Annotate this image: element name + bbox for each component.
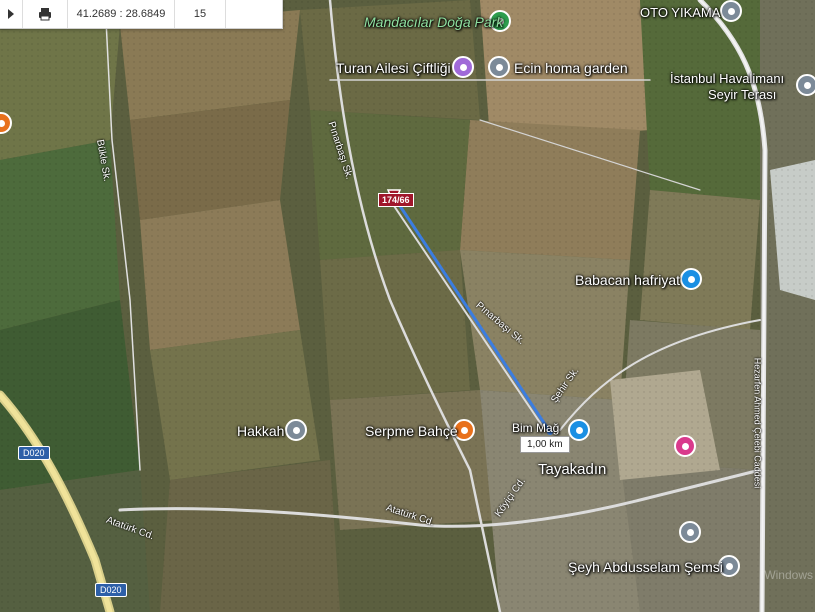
toolbar-arrow[interactable] bbox=[0, 0, 23, 28]
place-pin-icon[interactable] bbox=[720, 0, 742, 22]
hotel-pin-icon[interactable] bbox=[674, 435, 696, 457]
hakkah-pin-icon[interactable] bbox=[285, 419, 307, 441]
garden-pin-icon[interactable] bbox=[488, 56, 510, 78]
place-label-ecin[interactable]: Ecin homa garden bbox=[514, 61, 628, 75]
place-label-oto-yikama[interactable]: OTO YIKAMA bbox=[640, 6, 720, 19]
print-button[interactable] bbox=[23, 0, 68, 28]
zoom-level: 15 bbox=[175, 0, 226, 28]
place-label-babacan[interactable]: Babacan hafriyat bbox=[575, 273, 680, 287]
airport-pin-icon[interactable] bbox=[796, 74, 815, 96]
place-label-mandacilar[interactable]: Mandacılar Doğa Park bbox=[364, 15, 503, 29]
place-label-serpme[interactable]: Serpme Bahçe bbox=[365, 424, 458, 438]
farm-pin-icon[interactable] bbox=[452, 56, 474, 78]
cart-pin-icon[interactable] bbox=[568, 419, 590, 441]
place-label-tayakadin[interactable]: Tayakadın bbox=[538, 462, 606, 477]
coordinates-display: 41.2689 : 28.6849 bbox=[68, 0, 175, 28]
place-label-hakkah[interactable]: Hakkah bbox=[237, 424, 284, 438]
chevron-right-icon bbox=[8, 9, 14, 19]
road-shield-d020: D020 bbox=[18, 446, 50, 460]
place-label-turan[interactable]: Turan Ailesi Çiftliği bbox=[336, 61, 451, 75]
place-label-bim[interactable]: Bim Mağ bbox=[512, 422, 559, 434]
road-label-hezarfen: Hezarfen Ahmed Çelebi Caddesi bbox=[752, 357, 763, 489]
place-label-seyir[interactable]: Seyir Terası bbox=[708, 88, 776, 101]
shop-pin-icon[interactable] bbox=[680, 268, 702, 290]
mosque-pin-icon[interactable] bbox=[679, 521, 701, 543]
printer-icon bbox=[39, 8, 51, 21]
place-label-seyh[interactable]: Şeyh Abdusselam Şemsi bbox=[568, 560, 723, 574]
place-label-airport[interactable]: İstanbul Havalimanı bbox=[670, 72, 784, 85]
toolbar-blank bbox=[226, 0, 282, 28]
parcel-label[interactable]: 174/66 bbox=[378, 193, 414, 207]
road-shield-d020-2: D020 bbox=[95, 583, 127, 597]
measurement-distance-label: 1,00 km bbox=[520, 436, 570, 453]
activation-watermark: Windows bbox=[764, 568, 813, 582]
map-toolbar: 41.2689 : 28.6849 15 bbox=[0, 0, 283, 29]
